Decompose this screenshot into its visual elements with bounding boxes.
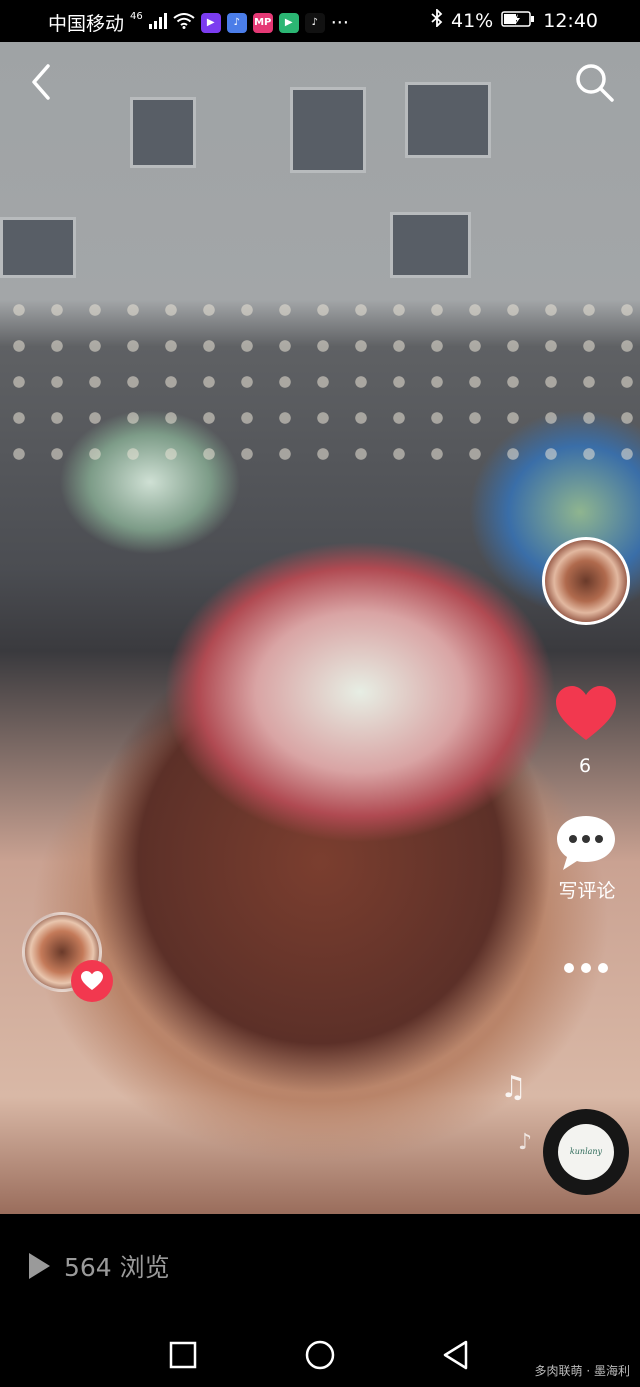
more-options-button[interactable] xyxy=(558,954,614,982)
comment-bubble-icon xyxy=(557,816,615,870)
video-player[interactable]: 6 写评论 ♫ ♪ kunlany xyxy=(0,42,640,1214)
recents-button[interactable] xyxy=(163,1335,203,1375)
music-app-icon: ♪ xyxy=(226,12,247,33)
background-window xyxy=(405,82,491,158)
video-app-icon: ▶ xyxy=(200,12,221,33)
battery-icon xyxy=(501,10,535,32)
mp-app-icon: MP xyxy=(252,12,273,33)
network-type: 46 xyxy=(130,11,143,22)
dot-icon xyxy=(598,963,608,973)
author-avatar[interactable] xyxy=(542,537,630,625)
comment-button[interactable] xyxy=(553,810,619,876)
search-icon xyxy=(576,64,614,102)
wifi-icon xyxy=(173,12,195,34)
play-icon xyxy=(29,1253,50,1279)
circle-icon xyxy=(305,1340,335,1370)
heart-icon xyxy=(556,686,616,740)
bluetooth-icon xyxy=(431,7,443,32)
tiktok-app-icon: ♪ xyxy=(304,12,325,33)
play-app-icon: ▶ xyxy=(278,12,299,33)
back-arrow-icon xyxy=(32,64,50,100)
search-button[interactable] xyxy=(572,60,616,104)
like-count: 6 xyxy=(578,755,592,777)
dot-icon xyxy=(564,963,574,973)
back-button[interactable] xyxy=(22,60,62,104)
views-row: 564 浏览 xyxy=(26,1248,170,1284)
triangle-back-icon xyxy=(443,1340,468,1370)
heart-icon xyxy=(81,971,103,990)
pegboard-background xyxy=(0,292,640,472)
background-window xyxy=(390,212,471,278)
signal-icon xyxy=(148,12,167,34)
view-count: 564 浏览 xyxy=(64,1253,170,1282)
music-disc[interactable]: kunlany xyxy=(543,1109,629,1195)
background-window xyxy=(0,217,76,278)
clock-time: 12:40 xyxy=(543,9,598,32)
watermark-text: 多肉联萌 · 墨海利 xyxy=(534,1364,630,1378)
music-disc-label: kunlany xyxy=(558,1124,614,1180)
more-notifications: ··· xyxy=(330,11,349,34)
comment-label: 写评论 xyxy=(558,880,616,902)
follow-button[interactable] xyxy=(71,960,113,1002)
back-nav-button[interactable] xyxy=(436,1335,476,1375)
background-window xyxy=(290,87,366,173)
music-note-icon: ♫ xyxy=(500,1070,527,1105)
background-window xyxy=(130,97,196,168)
dot-icon xyxy=(581,963,591,973)
home-button[interactable] xyxy=(300,1335,340,1375)
status-bar: 中国移动 46 ▶ ♪ MP ▶ ♪ ··· 41% 12:40 xyxy=(0,0,640,42)
square-icon xyxy=(169,1341,197,1369)
battery-percent: 41% xyxy=(451,9,494,32)
carrier-name: 中国移动 xyxy=(48,13,125,35)
music-note-icon: ♪ xyxy=(518,1130,533,1155)
like-button[interactable] xyxy=(553,682,619,748)
